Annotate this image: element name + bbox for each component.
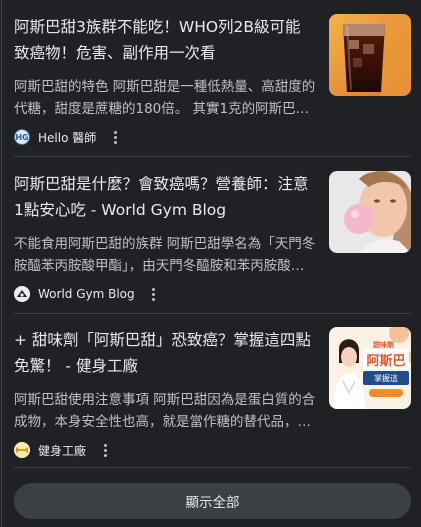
show-all-button[interactable]: 顯示全部 — [14, 483, 411, 519]
article-item[interactable]: 阿斯巴甜是什麼？會致癌嗎？營養師：注意1點安心吃 - World Gym Blo… — [14, 171, 411, 305]
thumb-tag-text: 甜味劑 — [373, 340, 394, 349]
article-source: HG Hello 醫師 — [14, 126, 122, 148]
article-title[interactable]: 阿斯巴甜是什麼？會致癌嗎？營養師：注意1點安心吃 - World Gym Blo… — [14, 171, 316, 223]
hello-doctor-favicon-icon: HG — [14, 129, 30, 145]
divider — [14, 156, 411, 157]
article-source: World Gym Blog — [14, 283, 161, 305]
article-snippet: 不能食用阿斯巴甜的族群 阿斯巴甜學名為「天門冬胺醯苯丙胺酸甲酯」，由天門冬醯胺和… — [14, 236, 316, 274]
article-text: + 甜味劑「阿斯巴甜」恐致癌？掌握這四點免驚！ - 健身工廠 阿斯巴甜使用注意事… — [14, 327, 316, 433]
more-options-icon[interactable] — [108, 129, 122, 145]
promo-banner-image[interactable]: 阿斯巴 甜味劑 掌握這 — [329, 327, 411, 409]
source-name[interactable]: 健身工廠 — [38, 442, 86, 459]
divider — [14, 313, 411, 314]
divider — [14, 467, 411, 468]
article-text: 阿斯巴甜3族群不能吃！WHO列2B級可能致癌物！危害、副作用一次看 阿斯巴甜的特… — [14, 14, 316, 120]
thumb-sub-text: 掌握這 — [374, 373, 398, 383]
fitness-factory-favicon-icon — [14, 442, 30, 458]
article-source: 健身工廠 — [14, 439, 112, 461]
thumb-main-text: 阿斯巴 — [366, 353, 405, 369]
article-text: 阿斯巴甜是什麼？會致癌嗎？營養師：注意1點安心吃 - World Gym Blo… — [14, 171, 316, 277]
article-title[interactable]: 阿斯巴甜3族群不能吃！WHO列2B級可能致癌物！危害、副作用一次看 — [14, 14, 316, 66]
article-item[interactable]: 阿斯巴甜3族群不能吃！WHO列2B級可能致癌物！危害、副作用一次看 阿斯巴甜的特… — [14, 14, 411, 148]
source-name[interactable]: Hello 醫師 — [38, 129, 96, 146]
more-options-icon[interactable] — [98, 442, 112, 458]
more-options-icon[interactable] — [147, 286, 161, 302]
article-snippet: 阿斯巴甜使用注意事項 阿斯巴甜因為是蛋白質的合成物，本身安全性也高，就是當作糖的… — [14, 392, 316, 430]
soda-glass-image[interactable] — [329, 14, 411, 96]
article-snippet: 阿斯巴甜的特色 阿斯巴甜是一種低熱量、高甜度的代糖，甜度是蔗糖的180倍。 其實… — [14, 79, 316, 117]
source-name[interactable]: World Gym Blog — [38, 287, 135, 301]
bubble-gum-woman-image[interactable] — [329, 171, 411, 253]
world-gym-favicon-icon — [14, 286, 30, 302]
article-title[interactable]: + 甜味劑「阿斯巴甜」恐致癌？掌握這四點免驚！ - 健身工廠 — [14, 327, 316, 379]
article-card: 阿斯巴甜3族群不能吃！WHO列2B級可能致癌物！危害、副作用一次看 阿斯巴甜的特… — [1, 0, 421, 527]
article-item[interactable]: + 甜味劑「阿斯巴甜」恐致癌？掌握這四點免驚！ - 健身工廠 阿斯巴甜使用注意事… — [14, 327, 411, 461]
